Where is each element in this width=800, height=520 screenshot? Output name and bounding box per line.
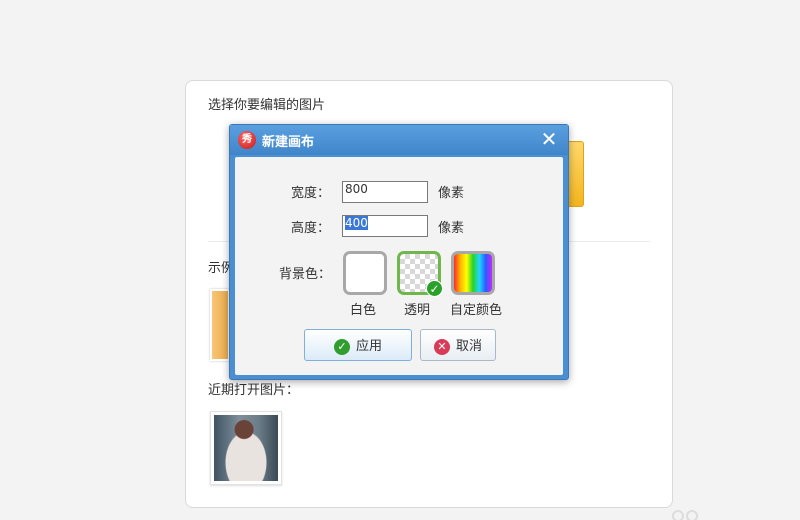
width-input[interactable]: 800: [342, 181, 428, 203]
height-value: 400: [345, 216, 368, 230]
cancel-label: 取消: [455, 339, 482, 355]
swatch-custom-color[interactable]: [451, 251, 495, 295]
new-canvas-dialog: 秀 新建画布 ✕ 宽度： 800 像素 高度： 400 像素 背景色： ✓ 白色…: [229, 124, 569, 380]
recent-label: 近期打开图片：: [208, 383, 300, 398]
swatch-white[interactable]: [343, 251, 387, 295]
width-label: 宽度：: [291, 186, 331, 201]
swatch-white-label: 白色: [350, 303, 377, 318]
dialog-title: 新建画布: [262, 135, 315, 150]
height-input[interactable]: 400: [342, 215, 428, 237]
close-icon[interactable]: ✕: [538, 129, 560, 151]
swatch-transparent[interactable]: ✓: [397, 251, 443, 297]
swatch-custom-label: 自定颜色: [450, 303, 503, 318]
app-logo-icon: 秀: [238, 131, 256, 149]
apply-label: 应用: [355, 339, 382, 355]
recent-image-thumbnail[interactable]: [210, 411, 282, 485]
cancel-icon: ✕: [433, 338, 450, 355]
check-icon: ✓: [333, 338, 350, 355]
corner-decoration: [672, 510, 700, 520]
width-value: 800: [345, 182, 368, 196]
recent-photo: [214, 415, 278, 481]
cancel-button[interactable]: ✕ 取消: [420, 329, 496, 361]
background-color-label: 背景色：: [279, 267, 332, 282]
check-icon: ✓: [426, 280, 443, 297]
width-unit: 像素: [438, 186, 465, 201]
height-label: 高度：: [291, 221, 331, 236]
apply-button[interactable]: ✓ 应用: [304, 329, 412, 361]
panel-title: 选择你要编辑的图片: [208, 98, 326, 113]
example-thumbnail[interactable]: [210, 289, 230, 361]
dialog-body: 宽度： 800 像素 高度： 400 像素 背景色： ✓ 白色 透明 自定颜色 …: [235, 157, 563, 375]
swatch-transparent-label: 透明: [404, 303, 431, 318]
height-unit: 像素: [438, 221, 465, 236]
dialog-titlebar[interactable]: 秀 新建画布 ✕: [230, 125, 568, 155]
